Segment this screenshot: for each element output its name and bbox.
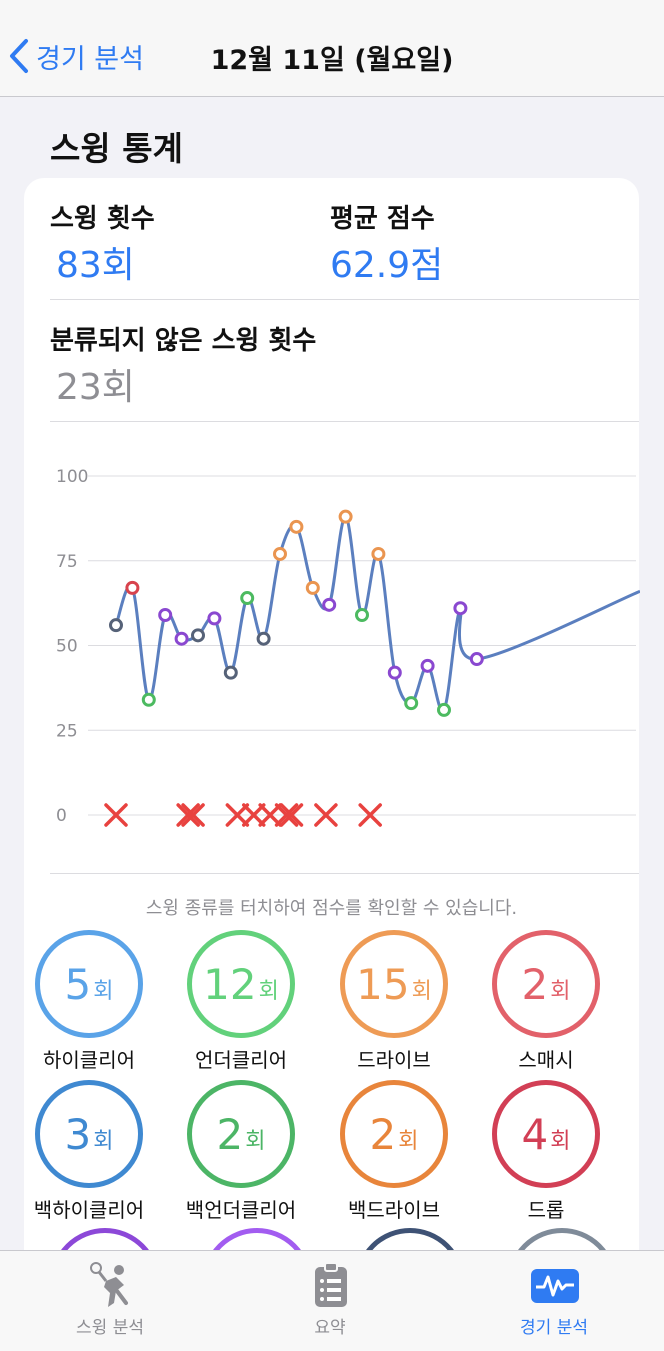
y-tick-label: 75: [56, 552, 78, 572]
swing-type-label: 드라이브: [357, 1048, 431, 1072]
count-number: 5: [64, 959, 92, 1009]
score-series-line: [114, 515, 640, 713]
count-ring: 12 회: [187, 930, 295, 1038]
tab-label: 경기 분석: [520, 1318, 588, 1338]
score-point: [141, 692, 156, 707]
score-point: [158, 607, 173, 622]
score-point: [174, 631, 189, 646]
score-point: [273, 546, 287, 561]
count-ring: 2회: [492, 930, 600, 1038]
count-number: 2: [521, 959, 549, 1009]
hint-text: 스윙 종류를 터치하여 점수를 확인할 수 있습니다.: [145, 898, 518, 919]
unclassified-count-label: 분류되지 않은 스윙 횟수: [50, 326, 317, 356]
avg-score-value: 62.9점: [330, 245, 444, 286]
y-tick-label: 0: [56, 806, 67, 826]
count-ring: 4회: [492, 1080, 600, 1188]
score-point: [256, 631, 271, 646]
count-number: 12: [203, 959, 257, 1009]
y-tick-label: 50: [56, 637, 78, 657]
score-point: [240, 591, 255, 606]
score-point: [338, 509, 353, 524]
swing-type-label: 언더클리어: [195, 1048, 287, 1072]
swing-type-badge[interactable]: 4 회드롭: [465, 1080, 627, 1223]
score-point: [207, 611, 222, 626]
pulse-chart-icon: [531, 1269, 579, 1303]
count-number: 3: [64, 1109, 92, 1159]
avg-score-label: 평균 점수: [330, 204, 435, 234]
swing-type-badge[interactable]: 15 회드라이브: [313, 930, 475, 1073]
count-ring: 2회: [340, 1080, 448, 1188]
tab-summary[interactable]: 요약: [220, 1251, 440, 1351]
count-unit: 회: [550, 979, 571, 1004]
score-point: [223, 665, 238, 680]
count-ring: 5회: [35, 930, 143, 1038]
score-point: [109, 618, 123, 633]
swing-type-label: 백하이클리어: [33, 1198, 145, 1222]
navigation-bar: 경기 분석 12월 11일 (월요일): [0, 0, 664, 97]
count-unit: 회: [93, 1129, 114, 1154]
score-point: [420, 658, 435, 673]
swing-stats-card: 스윙 횟수 83회 평균 점수 62.9점 분류되지 않은 스윙 횟수 23회 …: [24, 178, 640, 1278]
score-point: [387, 665, 402, 680]
score-point: [191, 628, 205, 643]
page-title: 12월 11일 (월요일): [210, 45, 454, 76]
unclassified-count-value: 23회: [56, 367, 135, 408]
score-line-chart[interactable]: 0 25 50 75 100: [50, 448, 640, 853]
score-point: [125, 580, 140, 595]
swing-type-label: 백드라이브: [348, 1198, 440, 1222]
tab-label: 스윙 분석: [76, 1318, 144, 1338]
swing-count-label: 스윙 횟수: [50, 204, 155, 234]
score-point: [371, 546, 386, 561]
score-point: [404, 696, 419, 711]
swing-type-label: 백언더클리어: [185, 1198, 297, 1222]
swing-type-badge[interactable]: 3 회백하이클리어: [8, 1080, 170, 1223]
count-ring: 2회: [187, 1080, 295, 1188]
swing-type-badge[interactable]: 2 회스매시: [465, 930, 627, 1073]
score-point: [289, 519, 304, 534]
count-number: 2: [216, 1109, 244, 1159]
divider: [50, 873, 639, 874]
score-point: [355, 607, 369, 622]
count-number: 2: [369, 1109, 397, 1159]
swing-type-badge[interactable]: 12 회언더클리어: [160, 930, 322, 1073]
swing-type-badge[interactable]: 5 회하이클리어: [8, 930, 170, 1073]
count-unit: 회: [245, 1129, 266, 1154]
tab-game-analysis[interactable]: 경기 분석: [444, 1251, 664, 1351]
swing-type-label: 드롭: [527, 1198, 565, 1222]
tab-swing-analysis[interactable]: 스윙 분석: [0, 1251, 220, 1351]
y-tick-label: 25: [56, 721, 78, 741]
clipboard-list-icon: [315, 1262, 347, 1307]
score-point: [305, 580, 320, 595]
badminton-player-icon: [90, 1262, 128, 1307]
swing-type-badge[interactable]: 2 회백언더클리어: [160, 1080, 322, 1223]
count-ring: 15 회: [340, 930, 448, 1038]
score-point: [322, 597, 337, 612]
tab-label: 요약: [314, 1318, 346, 1338]
count-unit: 회: [550, 1129, 571, 1154]
count-number: 4: [521, 1109, 549, 1159]
score-point: [453, 601, 468, 616]
count-unit: 회: [93, 979, 114, 1004]
count-number: 15: [356, 959, 410, 1009]
swing-type-label: 하이클리어: [43, 1048, 135, 1072]
swing-type-label: 스매시: [518, 1048, 574, 1072]
section-title: 스윙 통계: [50, 129, 183, 168]
count-unit: 회: [258, 979, 279, 1004]
count-ring: 3회: [35, 1080, 143, 1188]
count-unit: 회: [398, 1129, 419, 1154]
swing-count-value: 83회: [56, 245, 135, 286]
swing-type-badge[interactable]: 2 회백드라이브: [313, 1080, 475, 1223]
score-point: [469, 652, 484, 667]
divider: [50, 299, 639, 300]
divider: [50, 421, 639, 422]
y-tick-label: 100: [56, 467, 88, 487]
count-unit: 회: [411, 979, 432, 1004]
tab-bar: 스윙 분석 요약 경기 분석: [0, 1250, 664, 1351]
score-point: [437, 702, 451, 717]
